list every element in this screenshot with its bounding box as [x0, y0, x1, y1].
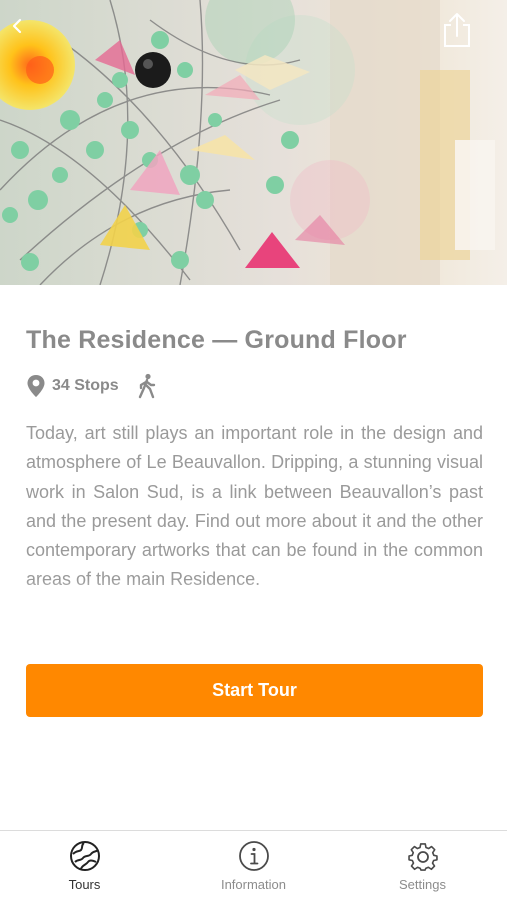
info-icon — [238, 841, 269, 871]
globe-icon — [69, 841, 100, 871]
tab-label: Settings — [399, 877, 446, 892]
hero-image — [0, 0, 507, 285]
tour-details: The Residence — Ground Floor 34 Stops To… — [26, 285, 483, 614]
share-button[interactable] — [440, 12, 486, 58]
tab-settings[interactable]: Settings — [338, 831, 507, 900]
stops-count: 34 Stops — [52, 377, 119, 394]
tour-description: Today, art still plays an important role… — [26, 419, 483, 614]
tab-bar: Tours Information Settings — [0, 830, 507, 900]
share-icon — [444, 13, 470, 47]
artwork-photo — [0, 0, 507, 285]
tab-label: Information — [220, 877, 287, 892]
tour-detail-screen: The Residence — Ground Floor 34 Stops To… — [0, 0, 507, 900]
tab-tours[interactable]: Tours — [0, 831, 169, 900]
chevron-left-icon — [12, 18, 22, 34]
description-fade — [26, 580, 483, 614]
tab-information[interactable]: Information — [169, 831, 338, 900]
tour-meta: 34 Stops — [26, 373, 483, 399]
tab-label: Tours — [68, 877, 101, 892]
back-button[interactable] — [10, 18, 44, 52]
walking-person-icon — [138, 373, 155, 399]
tour-title: The Residence — Ground Floor — [26, 326, 407, 354]
location-pin-icon — [27, 375, 45, 397]
description-text: Today, art still plays an important role… — [26, 423, 483, 589]
gear-icon — [407, 843, 438, 871]
start-tour-button[interactable]: Start Tour — [26, 664, 483, 717]
